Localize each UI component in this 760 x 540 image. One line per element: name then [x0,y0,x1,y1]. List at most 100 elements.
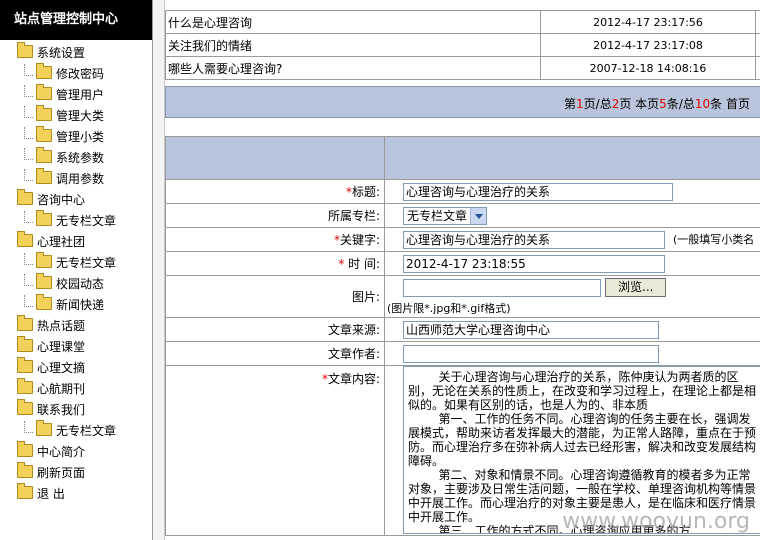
article-list: 什么是心理咨询 2012-4-17 23:17:56 关注我们的情绪 2012-… [165,10,760,80]
sidebar-item-label[interactable]: 无专栏文章 [56,214,116,228]
sidebar-item-label[interactable]: 无专栏文章 [56,424,116,438]
pager-text-part: 第 [564,97,577,111]
article-date: 2012-4-17 23:17:08 [540,33,756,57]
pager-total-count: 10 [694,97,711,111]
image-hint: (图片限*.jpg和*.gif格式) [387,302,511,315]
sidebar-item[interactable]: 咨询中心 [0,189,152,211]
folder-icon [36,294,52,310]
sidebar-item-label[interactable]: 热点话题 [37,319,85,333]
sidebar-item-label[interactable]: 管理用户 [56,88,104,102]
sidebar-item[interactable]: 管理小类 [0,126,152,148]
sidebar-item[interactable]: 联系我们 [0,399,152,421]
sidebar-tree: 系统设置 修改密码 管理用户 管理大类 管理小类 系统参数 调用参数 咨询中心 无专栏文章 心理社… [0,42,152,505]
article-title-cell[interactable]: 哪些人需要心理咨询? [165,56,541,80]
sidebar: 站点管理控制中心 系统设置 修改密码 管理用户 管理大类 管理小类 系统参数 调用参数 咨询中… [0,0,153,540]
sidebar-item-label[interactable]: 校园动态 [56,277,104,291]
article-date: 2012-4-17 23:17:56 [540,10,756,34]
pager-current-page: 1 [576,97,584,111]
keyword-label-text: 关键字: [339,233,380,247]
browse-button[interactable]: 浏览... [605,278,667,297]
sidebar-item-label[interactable]: 新闻快递 [56,298,104,312]
folder-icon [36,84,52,100]
sidebar-item[interactable]: 心理文摘 [0,357,152,379]
form-row-source: 文章来源: 山西师范大学心理咨询中心 [165,317,760,342]
article-form: *标题: 心理咨询与心理治疗的关系 所属专栏: 无专栏文章 *关键字: 心理咨询… [165,136,760,536]
article-title-cell[interactable]: 关注我们的情绪 [165,33,541,57]
folder-icon [36,63,52,79]
title-input[interactable]: 心理咨询与心理治疗的关系 [403,182,673,201]
keyword-input[interactable]: 心理咨询与心理治疗的关系 [403,230,665,249]
sidebar-item[interactable]: 无专栏文章 [0,252,152,274]
time-input[interactable]: 2012-4-17 23:18:55 [403,254,665,273]
list-cell-extra [755,10,760,34]
title-label-text: 标题: [351,185,380,199]
sidebar-item-label[interactable]: 系统设置 [37,46,85,60]
sidebar-item-label[interactable]: 联系我们 [37,403,85,417]
sidebar-item-label[interactable]: 退 出 [37,487,65,501]
sidebar-item-label[interactable]: 心航期刊 [37,382,85,396]
sidebar-item[interactable]: 系统参数 [0,147,152,169]
sidebar-item[interactable]: 心理课堂 [0,336,152,358]
sidebar-item-label[interactable]: 心理文摘 [37,361,85,375]
sidebar-item-label[interactable]: 管理小类 [56,130,104,144]
sidebar-item[interactable]: 热点话题 [0,315,152,337]
sidebar-item[interactable]: 心航期刊 [0,378,152,400]
sidebar-item[interactable]: 修改密码 [0,63,152,85]
column-select[interactable]: 无专栏文章 [403,206,488,225]
form-row-author: 文章作者: [165,341,760,366]
sidebar-item[interactable]: 退 出 [0,483,152,505]
sidebar-item-label[interactable]: 中心简介 [37,445,85,459]
sidebar-item-label[interactable]: 刷新页面 [37,466,85,480]
image-label: 图片: [165,275,385,318]
author-input[interactable] [403,344,659,363]
sidebar-item[interactable]: 心理社团 [0,231,152,253]
keyword-label: *关键字: [165,227,385,252]
sidebar-item-label[interactable]: 心理社团 [37,235,85,249]
folder-icon [36,420,52,436]
sidebar-item-label[interactable]: 修改密码 [56,67,104,81]
image-file-input[interactable] [403,278,601,297]
sidebar-item-label[interactable]: 调用参数 [56,172,104,186]
required-mark: * [338,257,345,271]
chevron-down-icon[interactable] [470,207,487,224]
article-title[interactable]: 关注我们的情绪 [168,39,252,53]
form-row-time: * 时 间: 2012-4-17 23:18:55 [165,251,760,276]
folder-icon [36,126,52,142]
article-date: 2007-12-18 14:08:16 [540,56,756,80]
sidebar-item[interactable]: 中心简介 [0,441,152,463]
sidebar-item[interactable]: 管理大类 [0,105,152,127]
sidebar-item-label[interactable]: 管理大类 [56,109,104,123]
sidebar-item-label[interactable]: 咨询中心 [37,193,85,207]
table-row: 关注我们的情绪 2012-4-17 23:17:08 [165,33,760,57]
pager-per-page: 5 [659,97,667,111]
source-input[interactable]: 山西师范大学心理咨询中心 [403,320,659,339]
sidebar-item-label[interactable]: 心理课堂 [37,340,85,354]
sidebar-item-label[interactable]: 无专栏文章 [56,256,116,270]
column-select-value: 无专栏文章 [407,208,468,223]
article-title[interactable]: 什么是心理咨询 [168,16,252,30]
article-title[interactable]: 哪些人需要心理咨询? [168,62,282,76]
article-title-cell[interactable]: 什么是心理咨询 [165,10,541,34]
pager-first-link[interactable]: 条 首页 [710,97,750,111]
sidebar-item[interactable]: 刷新页面 [0,462,152,484]
sidebar-item[interactable]: 管理用户 [0,84,152,106]
form-row-keyword: *关键字: 心理咨询与心理治疗的关系 (一般填写小类名 [165,227,760,252]
folder-icon [36,210,52,226]
sidebar-item[interactable]: 无专栏文章 [0,210,152,232]
form-row-image: 图片: 浏览... (图片限*.jpg和*.gif格式) [165,275,760,318]
table-row: 什么是心理咨询 2012-4-17 23:17:56 [165,10,760,34]
sidebar-item[interactable]: 无专栏文章 [0,420,152,442]
form-header-left [165,136,385,180]
folder-icon [17,336,33,352]
sidebar-item-label[interactable]: 系统参数 [56,151,104,165]
sidebar-item[interactable]: 新闻快递 [0,294,152,316]
time-label: * 时 间: [165,251,385,276]
form-row-title: *标题: 心理咨询与心理治疗的关系 [165,179,760,204]
source-label: 文章来源: [165,317,385,342]
sidebar-item[interactable]: 系统设置 [0,42,152,64]
folder-icon [17,231,33,247]
sidebar-item[interactable]: 调用参数 [0,168,152,190]
column-label: 所属专栏: [165,203,385,228]
sidebar-item[interactable]: 校园动态 [0,273,152,295]
folder-icon [17,378,33,394]
